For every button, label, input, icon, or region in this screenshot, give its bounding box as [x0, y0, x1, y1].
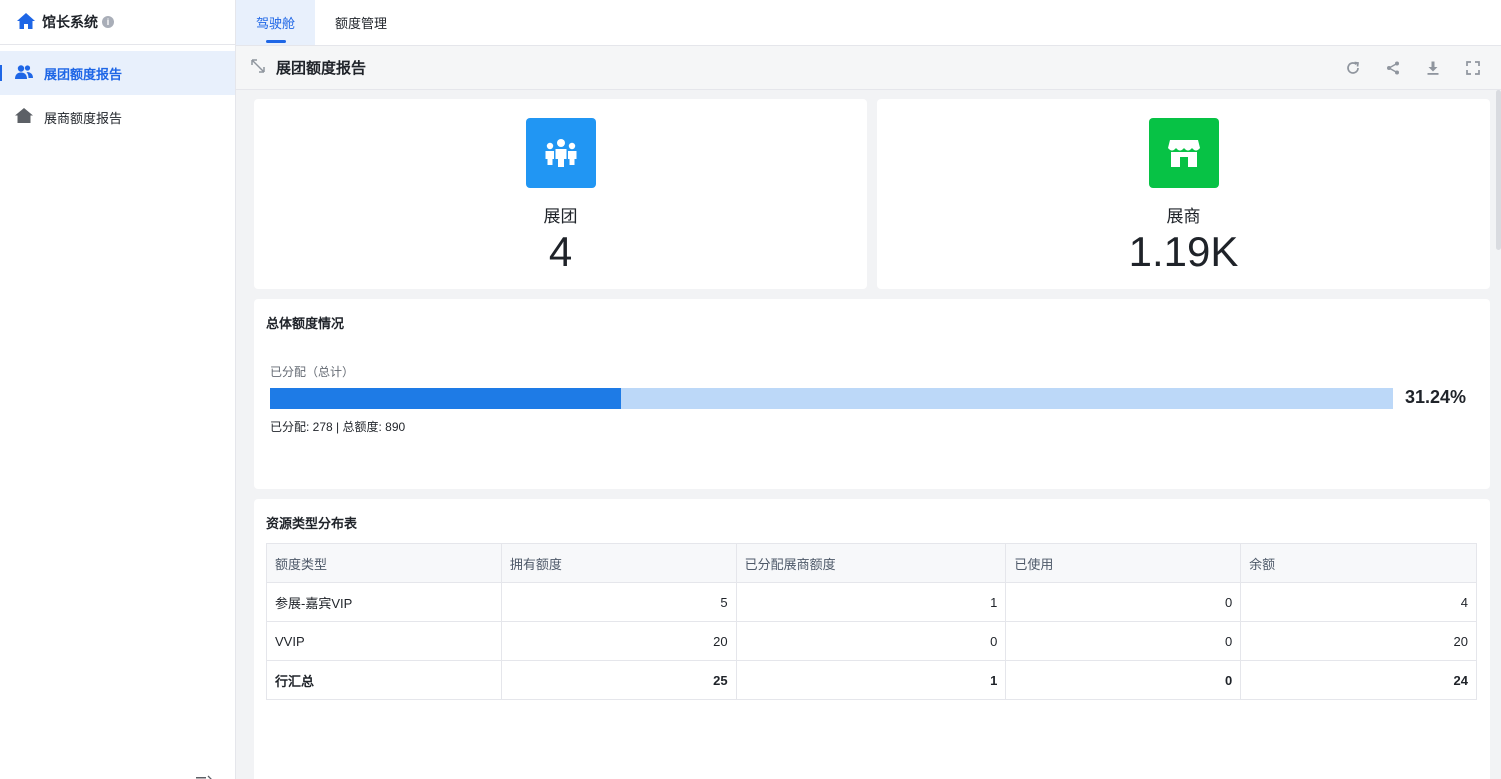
stat-label: 展团: [543, 207, 578, 226]
column-header[interactable]: 拥有额度: [500, 543, 737, 583]
column-header[interactable]: 已分配展商额度: [735, 543, 1007, 583]
table-cell: 20: [500, 621, 737, 661]
page-header: 展团额度报告: [236, 46, 1501, 90]
sidebar-item-exhibitor-report[interactable]: 展商额度报告: [0, 95, 235, 139]
table-cell: 4: [1240, 582, 1477, 622]
home-icon: [14, 107, 34, 127]
refresh-icon[interactable]: [1343, 58, 1363, 78]
app-name: 馆长系统: [42, 14, 98, 30]
fullscreen-icon[interactable]: [1463, 58, 1483, 78]
table-cell: 0: [1005, 582, 1242, 622]
progress-track: [270, 388, 1393, 409]
info-icon[interactable]: i: [102, 16, 114, 28]
table-cell: 1: [735, 582, 1007, 622]
top-tabs: 驾驶舱 额度管理: [236, 0, 1501, 46]
column-header[interactable]: 已使用: [1005, 543, 1242, 583]
progress-fill: [270, 388, 621, 409]
table-cell: 24: [1240, 660, 1477, 700]
table-cell: 0: [1005, 621, 1242, 661]
section-title: 总体额度情况: [266, 316, 345, 331]
progress-label: 已分配（总计）: [270, 365, 355, 379]
store-icon: [1148, 118, 1219, 188]
share-icon[interactable]: [1383, 58, 1403, 78]
table-cell: 25: [500, 660, 737, 700]
section-title: 资源类型分布表: [266, 516, 358, 531]
table-cell: 20: [1240, 621, 1477, 661]
sidebar-nav: 展团额度报告 展商额度报告: [0, 51, 235, 139]
column-header[interactable]: 余额: [1240, 543, 1477, 583]
progress-detail: 已分配: 278 | 总额度: 890: [270, 420, 406, 434]
sidebar: 馆长系统 i 展团额度报告 展商额度报告: [0, 0, 236, 779]
stat-card-exhibitor: 展商 1.19K: [877, 99, 1490, 289]
progress-percent: 31.24%: [1405, 387, 1467, 407]
group-icon: [14, 64, 34, 83]
tab-label: 额度管理: [335, 16, 388, 31]
table-cell: 参展-嘉宾VIP: [266, 582, 502, 622]
stat-value: 4: [548, 228, 573, 275]
table-cell: 5: [500, 582, 737, 622]
resource-table: 额度类型 拥有额度 已分配展商额度 已使用 余额 参展-嘉宾VIP 5 1 0 …: [266, 543, 1477, 700]
page-title: 展团额度报告: [276, 60, 367, 77]
tab-cockpit[interactable]: 驾驶舱: [236, 0, 316, 45]
scrollbar[interactable]: [1496, 90, 1501, 250]
sidebar-item-label: 展团额度报告: [44, 66, 123, 82]
table-header-row: 额度类型 拥有额度 已分配展商额度 已使用 余额: [266, 543, 1477, 583]
sidebar-item-group-report[interactable]: 展团额度报告: [0, 51, 235, 95]
brand: 馆长系统 i: [0, 0, 235, 45]
stat-card-group: 展团 4: [254, 99, 867, 289]
download-icon[interactable]: [1423, 58, 1443, 78]
table-cell: 0: [735, 621, 1007, 661]
table-cell: VVIP: [266, 621, 502, 661]
stat-label: 展商: [1166, 207, 1201, 226]
table-cell: 1: [735, 660, 1007, 700]
resource-table-card: 资源类型分布表 额度类型 拥有额度 已分配展商额度 已使用 余额 参展-嘉宾VI…: [254, 499, 1490, 779]
collapse-menu-icon[interactable]: [196, 771, 212, 779]
expand-arrows-icon[interactable]: [250, 58, 266, 77]
team-icon: [525, 118, 596, 188]
home-logo-icon: [16, 12, 36, 33]
tab-quota-management[interactable]: 额度管理: [315, 0, 407, 45]
table-cell: 0: [1005, 660, 1242, 700]
toolbar: [1323, 58, 1483, 78]
table-total-row: 行汇总 25 1 0 24: [266, 660, 1477, 700]
stat-value: 1.19K: [1128, 228, 1239, 275]
table-row: VVIP 20 0 0 20: [266, 621, 1477, 661]
overall-quota-card: 总体额度情况 已分配（总计） 31.24% 已分配: 278 | 总额度: 89…: [254, 299, 1490, 489]
table-row: 参展-嘉宾VIP 5 1 0 4: [266, 582, 1477, 622]
tab-label: 驾驶舱: [256, 16, 296, 31]
table-cell: 行汇总: [266, 660, 502, 700]
sidebar-item-label: 展商额度报告: [44, 110, 123, 126]
column-header[interactable]: 额度类型: [266, 543, 502, 583]
